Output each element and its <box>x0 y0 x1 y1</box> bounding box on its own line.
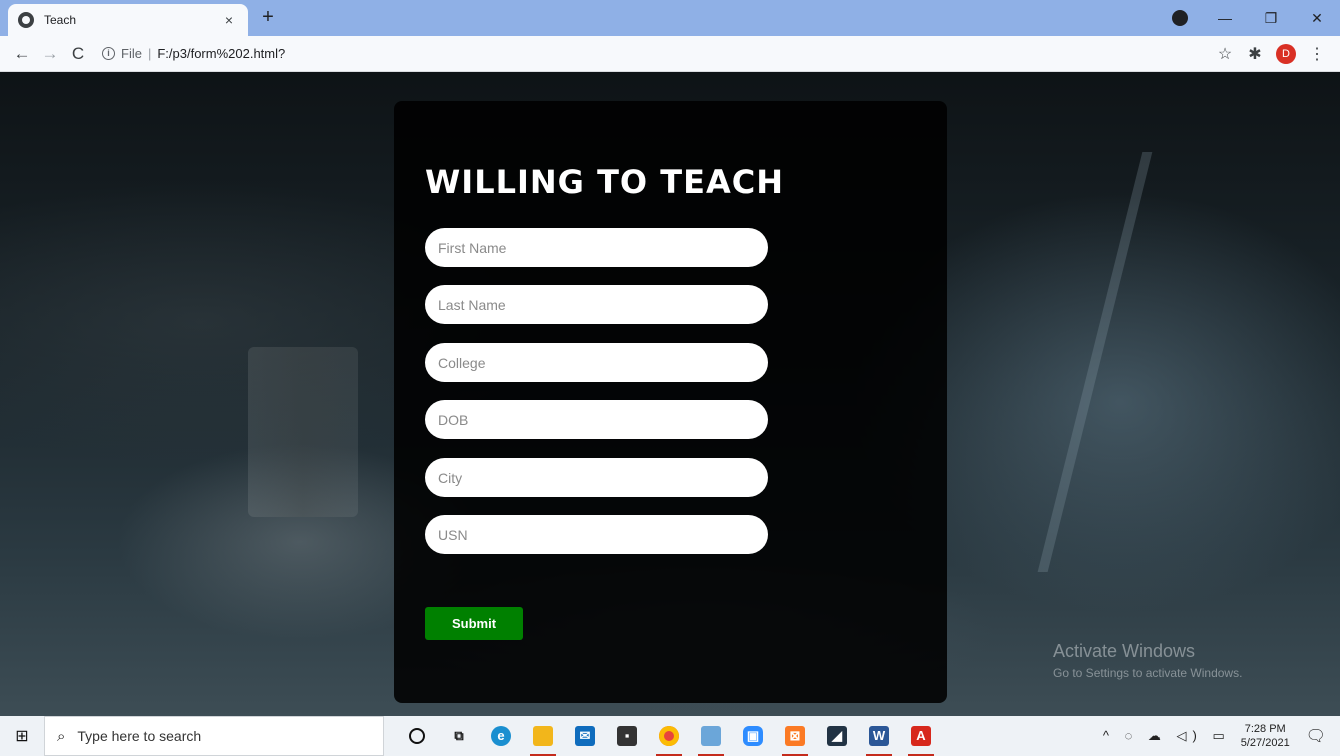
toolbar-actions: ☆ ✱ D ⋮ <box>1210 43 1332 64</box>
mail-icon[interactable]: ✉ <box>566 716 604 756</box>
windows-taskbar: ⊞ ⌕ Type here to search ⧉ e ✉ ▪ ▣ ⊠ ◢ W … <box>0 716 1340 756</box>
background-glass <box>248 347 358 517</box>
tab-title: Teach <box>44 13 77 27</box>
task-view-icon[interactable]: ⧉ <box>440 716 478 756</box>
taskbar-clock[interactable]: 7:28 PM 5/27/2021 <box>1241 722 1290 750</box>
globe-icon <box>18 12 34 28</box>
cortana-icon[interactable] <box>398 716 436 756</box>
xampp-icon[interactable]: ⊠ <box>776 716 814 756</box>
close-window-button[interactable]: ✕ <box>1294 10 1340 27</box>
submit-button[interactable]: Submit <box>425 607 523 640</box>
taskbar-apps: ⧉ e ✉ ▪ ▣ ⊠ ◢ W A <box>398 716 944 756</box>
taskbar-search[interactable]: ⌕ Type here to search <box>44 716 384 756</box>
profile-icon[interactable] <box>1172 10 1188 26</box>
new-tab-button[interactable]: + <box>258 7 278 28</box>
browser-toolbar: ← → C i File | F:/p3/form%202.html? ☆ ✱ … <box>0 36 1340 72</box>
browser-menu-icon[interactable]: ⋮ <box>1302 44 1332 64</box>
minimize-button[interactable]: — <box>1202 10 1248 26</box>
windows-start-icon[interactable]: ⊞ <box>0 726 44 746</box>
dob-input[interactable] <box>425 400 768 439</box>
system-tray: ^ ◌ ☁ ◁) ▭ 7:28 PM 5/27/2021 🗨 <box>1103 722 1340 750</box>
city-input[interactable] <box>425 458 768 497</box>
app-11-icon[interactable]: ◢ <box>818 716 856 756</box>
reload-button[interactable]: C <box>64 44 92 64</box>
tray-icons[interactable]: ^ ◌ ☁ ◁) ▭ <box>1103 728 1231 744</box>
url-scheme: File <box>121 46 142 61</box>
first-name-input[interactable] <box>425 228 768 267</box>
teach-form-card: WILLING TO TEACH Submit <box>394 101 947 703</box>
form-title: WILLING TO TEACH <box>425 163 784 201</box>
browser-tabstrip: Teach × + — ❐ ✕ <box>0 0 1340 36</box>
edge-icon[interactable]: e <box>482 716 520 756</box>
search-icon: ⌕ <box>57 727 66 745</box>
notification-icon[interactable]: 🗨 <box>1306 726 1326 746</box>
forward-button[interactable]: → <box>36 44 64 64</box>
restore-button[interactable]: ❐ <box>1248 10 1294 27</box>
back-button[interactable]: ← <box>8 44 36 64</box>
url-separator: | <box>147 46 152 61</box>
page-viewport: WILLING TO TEACH Submit Activate Windows… <box>0 72 1340 716</box>
word-icon[interactable]: W <box>860 716 898 756</box>
profile-avatar[interactable]: D <box>1276 43 1296 64</box>
zoom-icon[interactable]: ▣ <box>734 716 772 756</box>
acrobat-icon[interactable]: A <box>902 716 940 756</box>
file-explorer-icon[interactable] <box>524 716 562 756</box>
clock-date: 5/27/2021 <box>1240 737 1290 749</box>
clock-time: 7:28 PM <box>1244 723 1286 735</box>
activate-windows-watermark: Activate Windows Go to Settings to activ… <box>1053 641 1242 680</box>
extensions-puzzle-icon[interactable]: ✱ <box>1240 44 1270 64</box>
watermark-title: Activate Windows <box>1053 641 1196 661</box>
browser-tab[interactable]: Teach × <box>8 4 248 36</box>
info-icon[interactable]: i <box>102 47 115 60</box>
app-7-icon[interactable] <box>692 716 730 756</box>
bookmark-star-icon[interactable]: ☆ <box>1210 44 1240 64</box>
last-name-input[interactable] <box>425 285 768 324</box>
url-text[interactable]: F:/p3/form%202.html? <box>157 46 285 61</box>
address-bar[interactable]: i File | F:/p3/form%202.html? <box>102 41 1210 67</box>
store-icon[interactable]: ▪ <box>608 716 646 756</box>
watermark-subtitle: Go to Settings to activate Windows. <box>1053 666 1243 680</box>
usn-input[interactable] <box>425 515 768 554</box>
window-controls: — ❐ ✕ <box>1172 0 1340 36</box>
chrome-icon[interactable] <box>650 716 688 756</box>
search-placeholder: Type here to search <box>77 728 202 744</box>
college-input[interactable] <box>425 343 768 382</box>
tab-close-icon[interactable]: × <box>220 12 238 28</box>
